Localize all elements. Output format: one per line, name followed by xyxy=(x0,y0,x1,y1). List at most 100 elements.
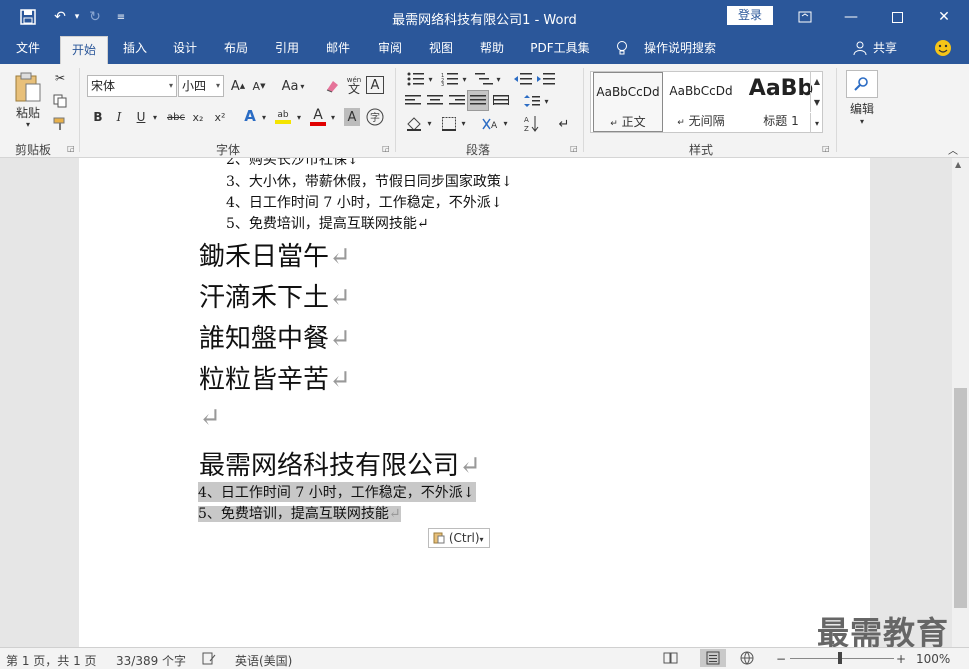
print-layout-icon[interactable] xyxy=(700,649,726,667)
grow-font-icon[interactable]: A ▲ xyxy=(229,76,247,96)
underline-dropdown-icon[interactable]: ▾ xyxy=(150,110,160,124)
scroll-up-icon[interactable]: ▲ xyxy=(955,160,961,169)
font-color-dropdown-icon[interactable]: ▾ xyxy=(328,110,338,124)
copy-icon[interactable] xyxy=(51,92,69,110)
paste-options-button[interactable]: (Ctrl)▾ xyxy=(428,528,490,548)
tab-file[interactable]: 文件 xyxy=(6,34,50,64)
borders-icon[interactable] xyxy=(439,115,459,133)
paste-label[interactable]: 粘贴 xyxy=(10,104,46,120)
align-right-icon[interactable] xyxy=(447,92,467,110)
cut-icon[interactable]: ✂ xyxy=(51,69,69,87)
highlight-dropdown-icon[interactable]: ▾ xyxy=(294,110,304,124)
multilevel-list-icon[interactable] xyxy=(473,70,495,88)
distributed-icon[interactable] xyxy=(491,92,511,110)
tab-mailings[interactable]: 邮件 xyxy=(317,34,359,64)
style-no-spacing[interactable]: AaBbCcDd ↵ 无间隔 xyxy=(665,72,737,132)
zoom-slider-thumb[interactable] xyxy=(838,652,842,664)
find-icon[interactable] xyxy=(846,70,878,98)
word-count[interactable]: 33/389 个字 xyxy=(116,652,186,669)
tab-layout[interactable]: 布局 xyxy=(215,34,257,64)
web-layout-icon[interactable] xyxy=(739,651,755,668)
tab-home[interactable]: 开始 xyxy=(60,36,108,64)
tab-help[interactable]: 帮助 xyxy=(471,34,513,64)
font-size-combo[interactable]: 小四 ▾ xyxy=(178,75,224,97)
justify-icon[interactable] xyxy=(467,90,489,111)
strikethrough-button[interactable]: abc xyxy=(165,108,187,126)
text-effects-dropdown-icon[interactable]: ▾ xyxy=(259,110,269,124)
character-border-button[interactable]: A xyxy=(366,76,384,94)
align-left-icon[interactable] xyxy=(403,92,423,110)
bullets-dropdown-icon[interactable]: ▾ xyxy=(426,72,435,86)
phonetic-guide-button[interactable]: wén 文 xyxy=(344,74,364,96)
collapse-ribbon-icon[interactable]: ︿ xyxy=(944,142,962,157)
italic-button[interactable]: I xyxy=(111,108,127,126)
share-button[interactable]: 共享 xyxy=(870,34,900,64)
paragraph-launcher-icon[interactable]: ◲ xyxy=(570,144,578,153)
sort-icon[interactable]: AZ xyxy=(522,114,542,134)
shading-dropdown-icon[interactable]: ▾ xyxy=(425,116,434,130)
bullets-icon[interactable] xyxy=(405,70,427,88)
styles-scroll-down-icon[interactable]: ▼ xyxy=(810,92,823,112)
change-case-button[interactable]: Aa ▾ xyxy=(278,76,308,96)
chinese-layout-dropdown-icon[interactable]: ▾ xyxy=(501,116,510,130)
clipboard-launcher-icon[interactable]: ◲ xyxy=(67,144,75,153)
ribbon-display-icon[interactable] xyxy=(782,0,828,34)
tab-view[interactable]: 视图 xyxy=(420,34,462,64)
zoom-in-button[interactable]: + xyxy=(896,652,906,666)
enclose-characters-icon[interactable]: 字 xyxy=(365,107,385,127)
scroll-thumb[interactable] xyxy=(954,388,967,608)
maximize-icon[interactable] xyxy=(874,0,920,34)
login-button[interactable]: 登录 xyxy=(727,6,773,25)
superscript-button[interactable]: x² xyxy=(211,108,229,126)
show-marks-icon[interactable]: ↵ xyxy=(555,114,573,134)
tab-review[interactable]: 审阅 xyxy=(369,34,411,64)
font-launcher-icon[interactable]: ◲ xyxy=(382,144,390,153)
language-indicator[interactable]: 英语(美国) xyxy=(235,652,292,669)
numbering-icon[interactable]: 123 xyxy=(439,70,461,88)
shading-icon[interactable] xyxy=(403,114,425,134)
tab-insert[interactable]: 插入 xyxy=(114,34,156,64)
zoom-slider[interactable] xyxy=(790,658,894,659)
close-icon[interactable]: ✕ xyxy=(921,0,967,34)
page-count[interactable]: 第 1 页，共 1 页 xyxy=(6,652,97,669)
subscript-button[interactable]: x₂ xyxy=(189,108,207,126)
smiley-feedback-icon[interactable] xyxy=(932,34,954,64)
paste-dropdown-icon[interactable]: ▾ xyxy=(20,119,36,129)
character-shading-button[interactable]: A xyxy=(344,108,360,126)
font-name-combo[interactable]: 宋体 ▾ xyxy=(87,75,177,97)
align-center-icon[interactable] xyxy=(425,92,445,110)
chinese-layout-icon[interactable]: A xyxy=(480,114,502,134)
bold-button[interactable]: B xyxy=(90,108,106,126)
vertical-scrollbar[interactable]: ▲ xyxy=(952,158,969,647)
tell-me-search[interactable]: 操作说明搜索 xyxy=(640,34,720,64)
minimize-icon[interactable]: — xyxy=(828,0,874,34)
editing-button[interactable]: 编辑 xyxy=(840,100,884,116)
zoom-out-button[interactable]: − xyxy=(776,652,786,666)
decrease-indent-icon[interactable] xyxy=(513,70,533,88)
font-color-icon[interactable]: A xyxy=(308,106,328,128)
tab-references[interactable]: 引用 xyxy=(266,34,308,64)
styles-more-icon[interactable]: ▾ xyxy=(810,113,823,133)
clear-formatting-icon[interactable] xyxy=(322,76,342,96)
read-mode-icon[interactable] xyxy=(663,651,679,668)
increase-indent-icon[interactable] xyxy=(536,70,556,88)
editing-dropdown-icon[interactable]: ▾ xyxy=(855,116,869,126)
multilevel-dropdown-icon[interactable]: ▾ xyxy=(494,72,503,86)
tab-pdf-tools[interactable]: PDF工具集 xyxy=(526,34,594,64)
paste-icon[interactable] xyxy=(10,70,46,104)
tab-design[interactable]: 设计 xyxy=(164,34,206,64)
underline-button[interactable]: U xyxy=(133,108,149,126)
numbering-dropdown-icon[interactable]: ▾ xyxy=(460,72,469,86)
borders-dropdown-icon[interactable]: ▾ xyxy=(459,116,468,130)
document-page[interactable]: 2、购买长沙市社保↓ 3、大小休，带薪休假，节假日同步国家政策↓ 4、日工作时间… xyxy=(79,158,870,647)
zoom-level[interactable]: 100% xyxy=(916,652,950,666)
line-spacing-icon[interactable] xyxy=(522,92,542,110)
line-spacing-dropdown-icon[interactable]: ▾ xyxy=(542,94,551,108)
styles-launcher-icon[interactable]: ◲ xyxy=(822,144,830,153)
text-effects-icon[interactable]: A xyxy=(240,106,260,126)
shrink-font-icon[interactable]: A ▼ xyxy=(250,76,268,96)
highlight-color-icon[interactable]: ab xyxy=(272,106,294,128)
style-normal[interactable]: AaBbCcDd ↵ 正文 xyxy=(593,72,663,132)
format-painter-icon[interactable] xyxy=(51,115,69,133)
styles-scroll-up-icon[interactable]: ▲ xyxy=(810,71,823,91)
